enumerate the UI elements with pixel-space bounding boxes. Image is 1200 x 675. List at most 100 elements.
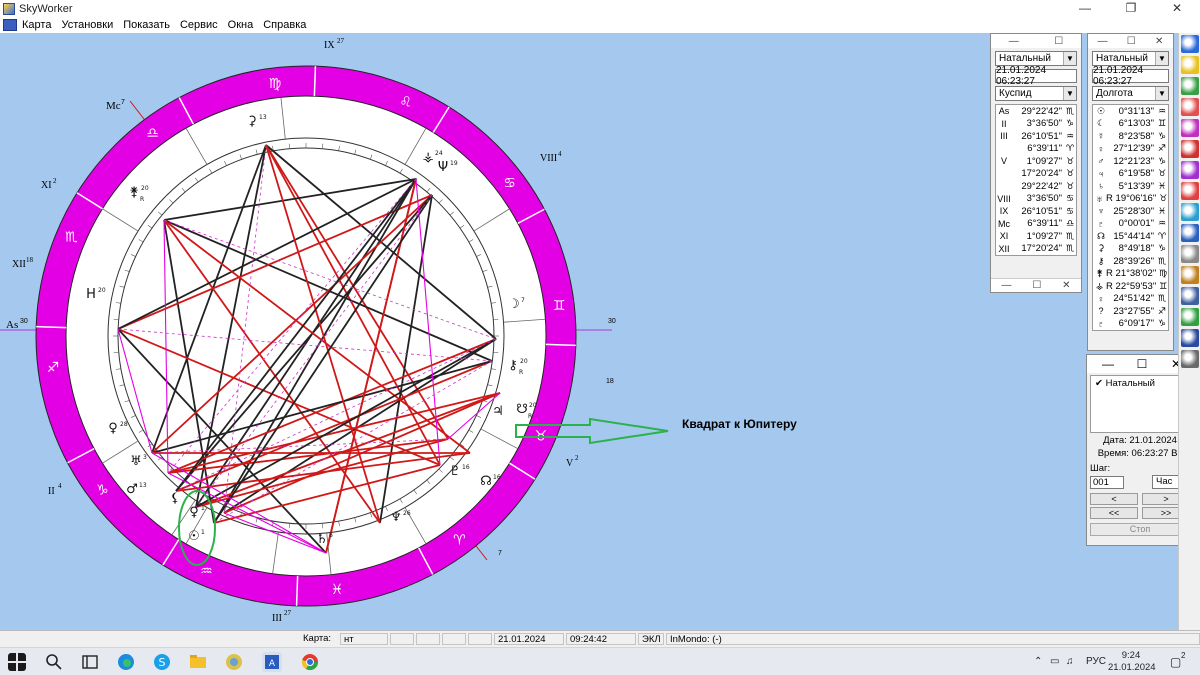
- planet-glyph-icon[interactable]: ♆: [390, 510, 402, 525]
- maximize-icon[interactable]: ☐: [1125, 357, 1159, 371]
- planet-glyph-icon[interactable]: ☊: [480, 474, 492, 489]
- menu-item-karta[interactable]: Карта: [17, 17, 56, 33]
- step-input[interactable]: 001: [1090, 475, 1124, 489]
- house-row[interactable]: II 3°36'50" ♑: [996, 118, 1076, 131]
- houses-system-select[interactable]: Куспид ▼: [995, 86, 1077, 101]
- windows-start-icon[interactable]: [8, 653, 26, 671]
- maximize-icon[interactable]: ☐: [1032, 280, 1041, 291]
- planet-row[interactable]: ☾ 6°13'03" ♊: [1093, 118, 1168, 131]
- chrome-icon[interactable]: [300, 652, 320, 672]
- calendar-icon[interactable]: [1181, 266, 1199, 284]
- search-icon[interactable]: [44, 652, 64, 672]
- gender-icon[interactable]: [1181, 161, 1199, 179]
- planet-row[interactable]: ♀ 27°12'39" ♐: [1093, 143, 1168, 156]
- planet-row[interactable]: ⚶ R 22°59'53" ♊: [1093, 280, 1168, 293]
- language-indicator[interactable]: РУС: [1086, 648, 1106, 675]
- planet-row[interactable]: ⚷ 28°39'26" ♏: [1093, 255, 1168, 268]
- planet-glyph-icon[interactable]: ♇: [449, 464, 461, 479]
- planet-glyph-icon[interactable]: ☋: [516, 402, 528, 417]
- skyworker-taskbar-icon[interactable]: A: [262, 652, 282, 672]
- chevron-down-icon[interactable]: ▼: [1063, 52, 1076, 65]
- maximize-icon[interactable]: ☐: [1054, 36, 1063, 47]
- planet-row[interactable]: ☉ 0°31'13" ♒: [1093, 105, 1168, 118]
- house-row[interactable]: As 29°22'42" ♏: [996, 105, 1076, 118]
- planet-glyph-icon[interactable]: ♅: [130, 454, 142, 469]
- app-icon-colorful[interactable]: [224, 652, 244, 672]
- planet-glyph-icon[interactable]: ♂: [126, 482, 138, 497]
- planet-row[interactable]: ♃ 6°19'58" ♉: [1093, 168, 1168, 181]
- harmonic-icon[interactable]: [1181, 182, 1199, 200]
- close-icon[interactable]: ✕: [1062, 280, 1070, 291]
- planet-glyph-icon[interactable]: ⚸: [170, 491, 180, 506]
- sun-icon[interactable]: [1181, 56, 1199, 74]
- taskbar-clock[interactable]: 9:24 21.01.2024: [1108, 650, 1156, 674]
- chevron-down-icon[interactable]: ▼: [1155, 87, 1168, 100]
- planet-row[interactable]: ♄ 5°13'39" ♓: [1093, 180, 1168, 193]
- planet-row[interactable]: ♇ 6°09'17" ♑: [1093, 318, 1168, 331]
- house-row[interactable]: Mc 6°39'11" ♎: [996, 218, 1076, 231]
- zoom-icon[interactable]: [1181, 224, 1199, 242]
- minimize-icon[interactable]: —: [1001, 280, 1011, 291]
- planet-row[interactable]: ♇ 0°00'01" ♒: [1093, 218, 1168, 231]
- restore-button[interactable]: ❐: [1108, 0, 1154, 17]
- spellcheck-icon[interactable]: [1181, 350, 1199, 368]
- volume-icon[interactable]: ♫: [1066, 648, 1074, 675]
- monitor-icon[interactable]: [1181, 329, 1199, 347]
- notifications-icon[interactable]: ▢: [1170, 648, 1181, 675]
- minimize-button[interactable]: —: [1062, 0, 1108, 17]
- planet-row[interactable]: ☿ 8°23'58" ♑: [1093, 130, 1168, 143]
- close-icon[interactable]: ✕: [1155, 36, 1163, 47]
- menu-item-help[interactable]: Справка: [258, 17, 311, 33]
- aspect-icon[interactable]: [1181, 140, 1199, 158]
- pencil-icon[interactable]: [1181, 98, 1199, 116]
- chevron-up-icon[interactable]: ⌃: [1034, 648, 1042, 675]
- map-icon[interactable]: [1181, 287, 1199, 305]
- document-icon[interactable]: [1181, 245, 1199, 263]
- planets-list[interactable]: ☉ 0°31'13" ♒ ☾ 6°13'03" ♊ ☿ 8°23'58" ♑ ♀ 27°12'39"…: [1092, 104, 1169, 331]
- user-icon[interactable]: [1181, 35, 1199, 53]
- houses-mode-select[interactable]: Натальный ▼: [995, 51, 1077, 66]
- planet-row[interactable]: ⚵ R 21°38'02" ♍: [1093, 268, 1168, 281]
- planet-glyph-icon[interactable]: ♃: [492, 404, 504, 419]
- minimize-icon[interactable]: —: [1091, 357, 1125, 371]
- step-back-button[interactable]: <: [1090, 493, 1138, 505]
- planet-row[interactable]: ♂ 12°21'23" ♑: [1093, 155, 1168, 168]
- minimize-icon[interactable]: —: [1009, 36, 1019, 47]
- maximize-icon[interactable]: ☐: [1127, 36, 1136, 47]
- house-row[interactable]: VIII 3°36'50" ♋: [996, 193, 1076, 206]
- house-row[interactable]: 17°20'24" ♉: [996, 168, 1076, 181]
- planet-glyph-icon[interactable]: ⚳: [247, 114, 257, 129]
- house-row[interactable]: V 1°09'27" ♉: [996, 155, 1076, 168]
- edge-browser-icon[interactable]: [116, 652, 136, 672]
- house-row[interactable]: 29°22'42" ♉: [996, 180, 1076, 193]
- document-icon[interactable]: [3, 19, 17, 31]
- chart-list[interactable]: ✔ Натальный: [1090, 375, 1190, 433]
- planet-glyph-icon[interactable]: ☽: [508, 297, 520, 312]
- planet-glyph-icon[interactable]: ⚵: [129, 185, 139, 200]
- planet-row[interactable]: ♅ R 19°06'16" ♉: [1093, 193, 1168, 206]
- print-icon[interactable]: [1181, 308, 1199, 326]
- planet-glyph-icon[interactable]: ☉: [188, 529, 200, 544]
- task-view-icon[interactable]: [80, 652, 100, 672]
- planet-glyph-icon[interactable]: ♀: [108, 421, 118, 436]
- chevron-down-icon[interactable]: ▼: [1063, 87, 1076, 100]
- stop-button[interactable]: Стоп: [1090, 523, 1190, 536]
- planet-row[interactable]: ♀ 24°51'42" ♏: [1093, 293, 1168, 306]
- planet-glyph-icon[interactable]: ♀: [189, 505, 199, 520]
- planet-glyph-icon[interactable]: Ψ: [438, 160, 448, 175]
- house-row[interactable]: 6°39'11" ♈: [996, 143, 1076, 156]
- menu-item-settings[interactable]: Установки: [56, 17, 118, 33]
- planet-row[interactable]: ☊ 15°44'14" ♈: [1093, 230, 1168, 243]
- menu-item-service[interactable]: Сервис: [175, 17, 223, 33]
- house-row[interactable]: III 26°10'51" ♒: [996, 130, 1076, 143]
- run-back-button[interactable]: <<: [1090, 507, 1138, 519]
- chart-list-item[interactable]: Натальный: [1106, 378, 1155, 389]
- planet-row[interactable]: ⚳ 8°49'18" ♑: [1093, 243, 1168, 256]
- skype-icon[interactable]: S: [152, 652, 172, 672]
- chevron-down-icon[interactable]: ▼: [1155, 52, 1168, 65]
- planets-mode-select[interactable]: Натальный ▼: [1092, 51, 1169, 66]
- menu-item-show[interactable]: Показать: [118, 17, 175, 33]
- undo-icon[interactable]: [1181, 77, 1199, 95]
- planet-glyph-icon[interactable]: ♄: [316, 532, 328, 547]
- house-row[interactable]: XII 17°20'24" ♏: [996, 243, 1076, 256]
